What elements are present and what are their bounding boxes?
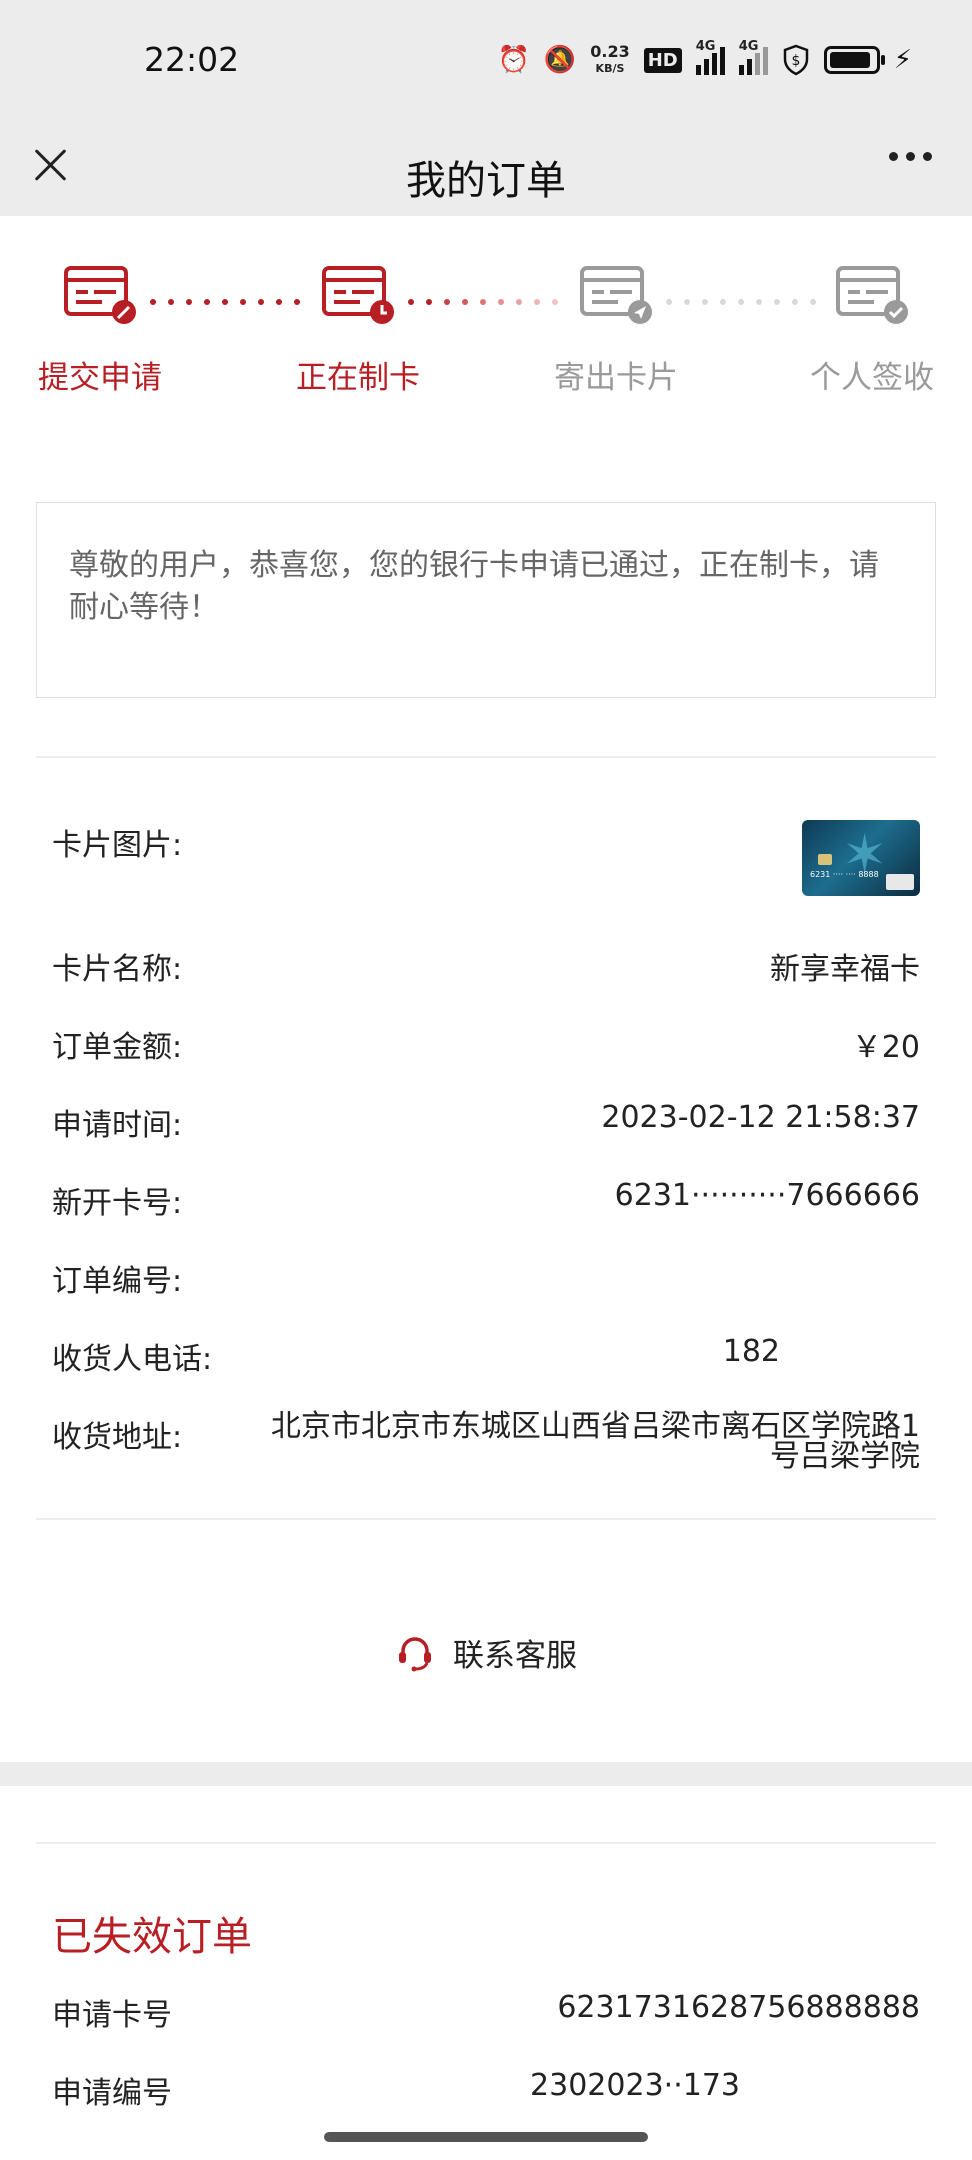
step-submit: 提交申请: [0, 262, 200, 397]
hd-icon: HD: [643, 47, 682, 73]
amount-value: ￥20: [851, 1030, 920, 1065]
card-image-row: 卡片图片: ✶ 6231 ···· ···· 8888: [52, 820, 920, 896]
alarm-icon: ⏰: [497, 45, 530, 75]
divider: [36, 1842, 936, 1844]
contact-service-button[interactable]: 联系客服: [0, 1630, 972, 1675]
divider: [36, 756, 936, 758]
step-ship-card: 寄出卡片: [516, 262, 716, 397]
shield-dollar-icon: $: [783, 44, 808, 76]
address-value: 北京市北京市东城区山西省吕梁市离石区学院路1 号吕梁学院: [270, 1409, 920, 1474]
home-indicator[interactable]: [324, 2132, 648, 2142]
application-clock-icon: [322, 266, 394, 324]
expired-apply-number-row: 申请编号 2302023··173: [52, 2068, 740, 2111]
approval-notice: 尊敬的用户，恭喜您，您的银行卡申请已通过，正在制卡，请耐心等待！: [36, 502, 936, 698]
card-number-row: 新开卡号: 6231··········7666666: [52, 1178, 920, 1221]
step-making-card: 正在制卡: [258, 262, 458, 397]
status-icons: ⏰ 🔕 0.23 KB/S HD 4G 4G $ ⚡: [497, 39, 912, 76]
address-row: 收货地址: 北京市北京市东城区山西省吕梁市离石区学院路1 号吕梁学院: [52, 1409, 920, 1474]
application-check-icon: [836, 266, 908, 324]
charging-icon: ⚡: [893, 45, 912, 75]
expired-card-number-value: 6231731628756888888: [557, 1990, 920, 2025]
expired-card-number-row: 申请卡号 6231731628756888888: [52, 1990, 920, 2033]
status-bar: 22:02 ⏰ 🔕 0.23 KB/S HD 4G 4G $ ⚡: [0, 0, 972, 124]
divider: [36, 1518, 936, 1520]
card-name-row: 卡片名称: 新享幸福卡: [52, 944, 920, 988]
customer-service-icon: [399, 1636, 431, 1671]
nav-bar: 我的订单: [0, 124, 972, 216]
signal-4g-icon: 4G: [695, 39, 725, 75]
signal-4g-icon: 4G: [738, 39, 768, 75]
apply-time-value: 2023-02-12 21:58:37: [601, 1100, 920, 1135]
expired-orders-title: 已失效订单: [52, 1914, 252, 1960]
section-separator: [0, 1762, 972, 1786]
amount-row: 订单金额: ￥20: [52, 1022, 920, 1066]
status-time: 22:02: [144, 40, 240, 79]
expired-apply-number-value: 2302023··173: [530, 2068, 740, 2103]
progress-steps: 提交申请 正在制卡 寄出卡片 个人签收: [0, 262, 972, 422]
card-image[interactable]: ✶ 6231 ···· ···· 8888: [802, 820, 920, 896]
page-title: 我的订单: [406, 158, 566, 204]
step-sign-receipt: 个人签收: [772, 262, 972, 397]
application-pen-icon: [64, 266, 136, 324]
card-number-value: 6231··········7666666: [614, 1178, 920, 1213]
mute-icon: 🔕: [543, 45, 577, 75]
card-image-label: 卡片图片:: [52, 828, 183, 863]
network-speed: 0.23 KB/S: [590, 42, 630, 76]
card-name-value: 新享幸福卡: [770, 952, 920, 987]
order-number-row: 订单编号:: [52, 1264, 183, 1299]
apply-time-row: 申请时间: 2023-02-12 21:58:37: [52, 1100, 920, 1143]
application-send-icon: [580, 266, 652, 324]
battery-icon: [823, 46, 885, 74]
svg-text:$: $: [791, 53, 800, 69]
phone-value: 182: [722, 1334, 780, 1369]
more-icon[interactable]: [889, 152, 932, 161]
phone-row: 收货人电话: 182: [52, 1334, 780, 1377]
